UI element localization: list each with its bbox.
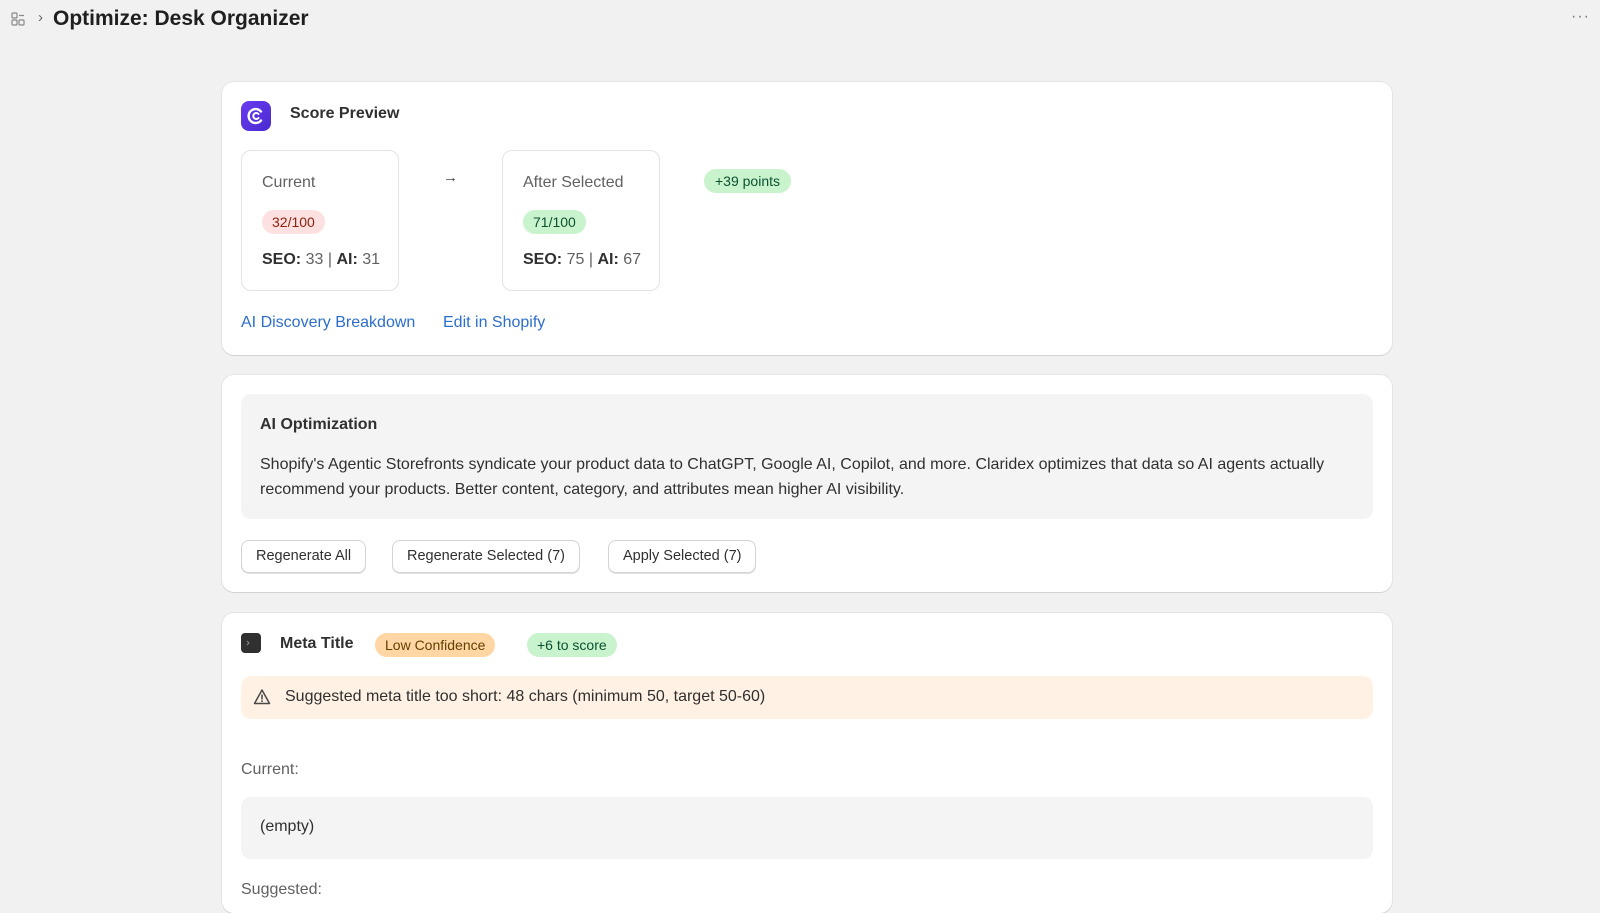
after-seo-label: SEO: (523, 251, 563, 268)
after-score-box: After Selected 71/100 SEO: 75 | AI: 67 (502, 150, 660, 291)
after-score-label: After Selected (523, 174, 624, 191)
arrow-right-icon: → (443, 169, 458, 186)
current-score-badge: 32/100 (262, 210, 325, 234)
current-meta-title-value: (empty) (241, 797, 1373, 859)
after-ai-label: AI: (597, 251, 619, 268)
current-seo-value: 33 (305, 251, 324, 268)
warning-banner: Suggested meta title too short: 48 chars… (241, 676, 1373, 719)
regenerate-all-button[interactable]: Regenerate All (241, 540, 367, 573)
edit-in-shopify-link[interactable]: Edit in Shopify (443, 314, 545, 332)
top-bar: › Optimize: Desk Organizer ··· (0, 0, 1600, 40)
ai-optimization-card: AI Optimization Shopify's Agentic Storef… (222, 375, 1392, 592)
current-field-label: Current: (241, 761, 299, 778)
meta-title-card: Meta Title Low Confidence +6 to score Su… (222, 613, 1392, 913)
ai-optimization-info: AI Optimization Shopify's Agentic Storef… (241, 394, 1373, 519)
more-horizontal-icon[interactable]: ··· (1571, 8, 1590, 26)
score-gain-badge: +6 to score (527, 633, 617, 657)
claridex-logo-icon (241, 101, 271, 131)
regenerate-selected-button[interactable]: Regenerate Selected (7) (392, 540, 580, 573)
app-grid-icon[interactable] (11, 12, 25, 26)
after-ai-value: 67 (623, 251, 642, 268)
score-preview-card: Score Preview Current 32/100 SEO: 33 | A… (222, 82, 1392, 355)
after-seo-value: 75 (566, 251, 585, 268)
current-score-label: Current (262, 174, 316, 191)
warning-text: Suggested meta title too short: 48 chars… (285, 688, 766, 705)
current-seo-label: SEO: (262, 251, 302, 268)
breadcrumb-separator: › (38, 9, 43, 26)
after-sub-scores: SEO: 75 | AI: 67 (523, 251, 641, 269)
ai-discovery-breakdown-link[interactable]: AI Discovery Breakdown (241, 314, 415, 332)
score-preview-title: Score Preview (290, 105, 400, 122)
ai-optimization-description: Shopify's Agentic Storefronts syndicate … (260, 456, 1325, 498)
current-value-text: (empty) (260, 818, 315, 835)
current-ai-label: AI: (336, 251, 358, 268)
current-sub-scores: SEO: 33 | AI: 31 (262, 251, 380, 269)
page-title: Optimize: Desk Organizer (53, 7, 309, 30)
current-score-box: Current 32/100 SEO: 33 | AI: 31 (241, 150, 399, 291)
terminal-icon[interactable] (241, 633, 261, 653)
apply-selected-button[interactable]: Apply Selected (7) (608, 540, 757, 573)
warning-triangle-icon (253, 689, 271, 705)
after-score-badge: 71/100 (523, 210, 586, 234)
meta-title-heading: Meta Title (280, 635, 354, 652)
divider: | (588, 251, 593, 268)
divider: | (327, 251, 332, 268)
confidence-badge: Low Confidence (375, 633, 496, 657)
ai-optimization-title: AI Optimization (260, 416, 378, 433)
points-gain-badge: +39 points (704, 169, 791, 193)
suggested-field-label: Suggested: (241, 881, 322, 898)
current-ai-value: 31 (362, 251, 381, 268)
